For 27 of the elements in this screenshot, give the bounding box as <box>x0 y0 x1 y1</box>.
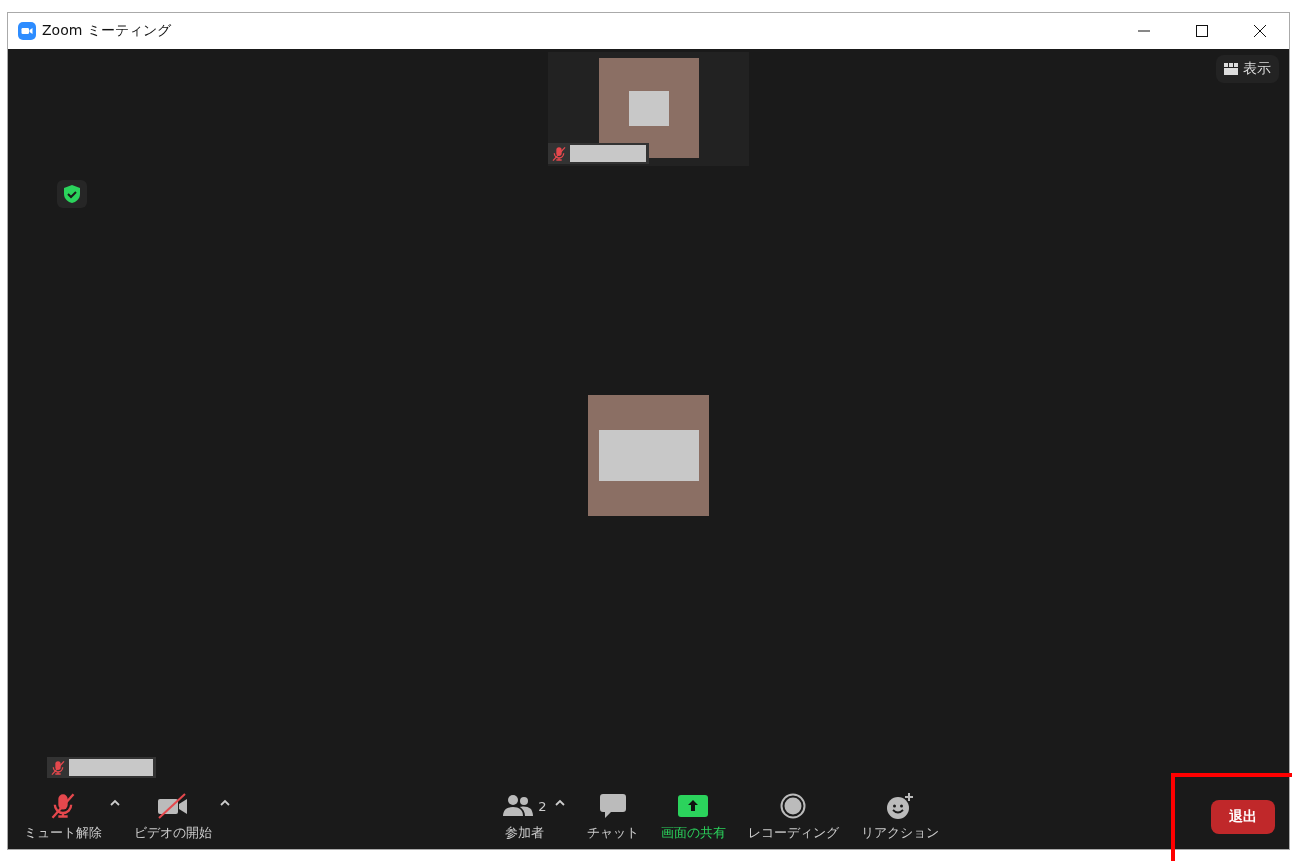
grid-icon <box>1224 63 1238 75</box>
toolbar-button[interactable]: ビデオの開始 <box>134 791 212 842</box>
leave-button[interactable]: 退出 <box>1211 799 1275 834</box>
record-icon <box>780 793 807 819</box>
participant-thumbnail[interactable] <box>548 52 749 166</box>
caret-icon[interactable] <box>110 799 120 806</box>
close-icon <box>1254 25 1266 37</box>
toolbar-button[interactable]: チャット <box>586 791 639 842</box>
participant-count: 2 <box>538 798 547 814</box>
share-screen-icon <box>678 795 709 817</box>
caret-icon[interactable] <box>220 799 230 806</box>
toolbar-button[interactable]: レコーディング <box>747 791 839 842</box>
toolbar-button[interactable]: 2 参加者 <box>502 791 547 842</box>
smiley-plus-icon <box>885 792 914 820</box>
chat-bubble-icon <box>598 793 627 819</box>
toolbar-button[interactable]: 画面の共有 <box>660 791 726 842</box>
security-badge[interactable] <box>57 180 87 208</box>
window-title: Zoom ミーティング <box>42 22 171 40</box>
muted-mic-icon <box>551 145 567 162</box>
people-icon <box>502 794 535 818</box>
camera-app-icon <box>18 22 36 40</box>
muted-mic-icon <box>50 759 66 776</box>
caret-icon[interactable] <box>554 799 565 806</box>
toolbar-button[interactable]: リアクション <box>860 791 939 842</box>
view-button[interactable]: 表示 <box>1216 55 1279 83</box>
maximize-icon <box>1196 25 1208 37</box>
toolbar-button[interactable]: ミュート解除 <box>24 791 102 842</box>
